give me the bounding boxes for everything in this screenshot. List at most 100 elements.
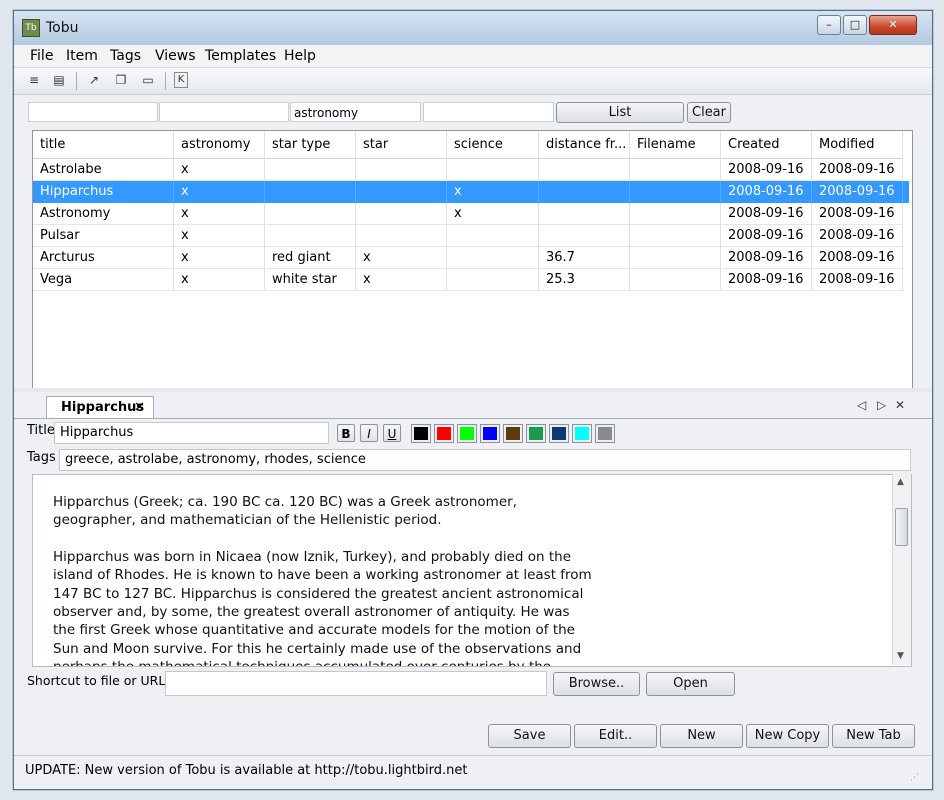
color-swatch[interactable]: [457, 424, 477, 443]
table-cell: 2008-09-16: [721, 247, 812, 269]
table-cell: x: [174, 225, 265, 247]
table-row[interactable]: Astronomy x x 2008-09-16 2008-09-16: [33, 203, 909, 225]
title-field[interactable]: Hipparchus: [54, 422, 329, 444]
open-button[interactable]: Open: [646, 672, 735, 696]
save-button[interactable]: Save: [488, 724, 571, 748]
clear-button[interactable]: Clear: [687, 102, 731, 123]
menu-tags[interactable]: Tags: [110, 48, 141, 64]
color-swatch[interactable]: [411, 424, 431, 443]
list-icon[interactable]: ≡: [26, 72, 42, 88]
toolbar-separator: [165, 72, 166, 90]
underline-button[interactable]: U: [383, 424, 401, 442]
table-cell: 2008-09-16: [812, 181, 903, 203]
column-header[interactable]: astronomy: [174, 131, 265, 159]
browse-button[interactable]: Browse..: [553, 672, 640, 696]
filter-field-2[interactable]: [159, 102, 289, 122]
table-cell: 2008-09-16: [812, 203, 903, 225]
copy-icon[interactable]: ❐: [113, 72, 129, 88]
export-icon[interactable]: ↗: [86, 72, 102, 88]
filter-field-4[interactable]: [423, 102, 554, 122]
filter-field-3[interactable]: astronomy: [290, 102, 421, 122]
menu-file[interactable]: File: [30, 48, 53, 64]
table-cell: [265, 225, 356, 247]
new-tab-button[interactable]: New Tab: [832, 724, 915, 748]
tags-field[interactable]: greece, astrolabe, astronomy, rhodes, sc…: [59, 449, 911, 471]
shortcut-field[interactable]: [165, 671, 547, 696]
status-text: UPDATE: New version of Tobu is available…: [25, 763, 468, 778]
color-swatch[interactable]: [549, 424, 569, 443]
list-button[interactable]: List: [556, 102, 684, 123]
bold-button[interactable]: B: [337, 424, 355, 442]
k-icon[interactable]: K: [174, 72, 188, 88]
column-header[interactable]: science: [447, 131, 539, 159]
table-cell: [630, 181, 721, 203]
app-icon: Tb: [22, 19, 40, 37]
menu-item[interactable]: Item: [66, 48, 98, 64]
table-row[interactable]: Arcturus x red giant x 36.7 2008-09-16 2008-09…: [33, 247, 909, 269]
menu-views[interactable]: Views: [155, 48, 196, 64]
tab-prev-icon[interactable]: ◁: [857, 398, 866, 412]
table-row[interactable]: Pulsar x 2008-09-16 2008-09-16: [33, 225, 909, 247]
items-table[interactable]: title astronomy star type star science distan…: [32, 130, 913, 390]
table-cell: [539, 203, 630, 225]
title-bar[interactable]: Tb Tobu – □ ✕: [14, 11, 932, 45]
new-copy-button[interactable]: New Copy: [746, 724, 829, 748]
tags-label: Tags: [27, 450, 56, 465]
table-cell: 25.3: [539, 269, 630, 291]
column-header[interactable]: Modified: [812, 131, 903, 159]
color-swatch[interactable]: [595, 424, 615, 443]
table-row[interactable]: Vega x white star x 25.3 2008-09-16 2008-09-16: [33, 269, 909, 291]
tab-close-all-icon[interactable]: ✕: [895, 398, 905, 412]
bookmark-icon[interactable]: ▤: [51, 72, 67, 88]
note-text[interactable]: Hipparchus (Greek; ca. 190 BC ca. 120 BC…: [53, 493, 593, 666]
column-header[interactable]: distance fr...: [539, 131, 630, 159]
scroll-down-icon[interactable]: ▼: [897, 651, 904, 661]
color-swatch[interactable]: [480, 424, 500, 443]
folder-icon[interactable]: ▭: [140, 72, 156, 88]
table-cell: x: [447, 203, 539, 225]
table-cell: Vega: [33, 269, 174, 291]
table-cell: [539, 181, 630, 203]
table-cell: [630, 203, 721, 225]
table-cell: x: [174, 203, 265, 225]
column-header[interactable]: Filename: [630, 131, 721, 159]
table-cell: 2008-09-16: [721, 225, 812, 247]
color-swatch[interactable]: [503, 424, 523, 443]
table-cell: 2008-09-16: [812, 269, 903, 291]
italic-button[interactable]: I: [360, 424, 378, 442]
pane-splitter[interactable]: [14, 388, 932, 392]
menu-templates[interactable]: Templates: [205, 48, 276, 64]
menu-help[interactable]: Help: [284, 48, 316, 64]
table-cell: x: [174, 159, 265, 181]
table-cell: [265, 181, 356, 203]
tab-next-icon[interactable]: ▷: [877, 398, 886, 412]
maximize-button[interactable]: □: [843, 15, 867, 35]
scroll-up-icon[interactable]: ▲: [897, 477, 904, 487]
filter-field-1[interactable]: [28, 102, 158, 122]
table-cell: Hipparchus: [33, 181, 174, 203]
resize-grip-icon[interactable]: ⋰: [910, 773, 919, 783]
tab-hipparchus[interactable]: Hipparchus ✕: [46, 396, 154, 418]
tab-strip: Hipparchus ✕: [14, 394, 932, 419]
edit-button[interactable]: Edit..: [574, 724, 657, 748]
menu-bar: File Item Tags Views Templates Help: [14, 45, 932, 68]
minimize-button[interactable]: –: [817, 15, 841, 35]
table-cell: [539, 225, 630, 247]
editor-scrollbar[interactable]: ▲ ▼: [892, 474, 911, 665]
table-cell: 2008-09-16: [812, 159, 903, 181]
column-header[interactable]: star: [356, 131, 447, 159]
new-button[interactable]: New: [660, 724, 743, 748]
column-header[interactable]: star type: [265, 131, 356, 159]
note-editor[interactable]: Hipparchus (Greek; ca. 190 BC ca. 120 BC…: [32, 474, 912, 667]
table-cell: [447, 225, 539, 247]
color-swatch[interactable]: [572, 424, 592, 443]
table-row[interactable]: Astrolabe x 2008-09-16 2008-09-16: [33, 159, 909, 181]
tab-close-icon[interactable]: ✕: [134, 397, 145, 419]
color-swatch[interactable]: [526, 424, 546, 443]
column-header[interactable]: Created: [721, 131, 812, 159]
table-row[interactable]: Hipparchus x x 2008-09-16 2008-09-16: [33, 181, 909, 203]
close-button[interactable]: ✕: [869, 15, 917, 35]
scroll-thumb[interactable]: [895, 508, 908, 546]
color-swatch[interactable]: [434, 424, 454, 443]
column-header[interactable]: title: [33, 131, 174, 159]
